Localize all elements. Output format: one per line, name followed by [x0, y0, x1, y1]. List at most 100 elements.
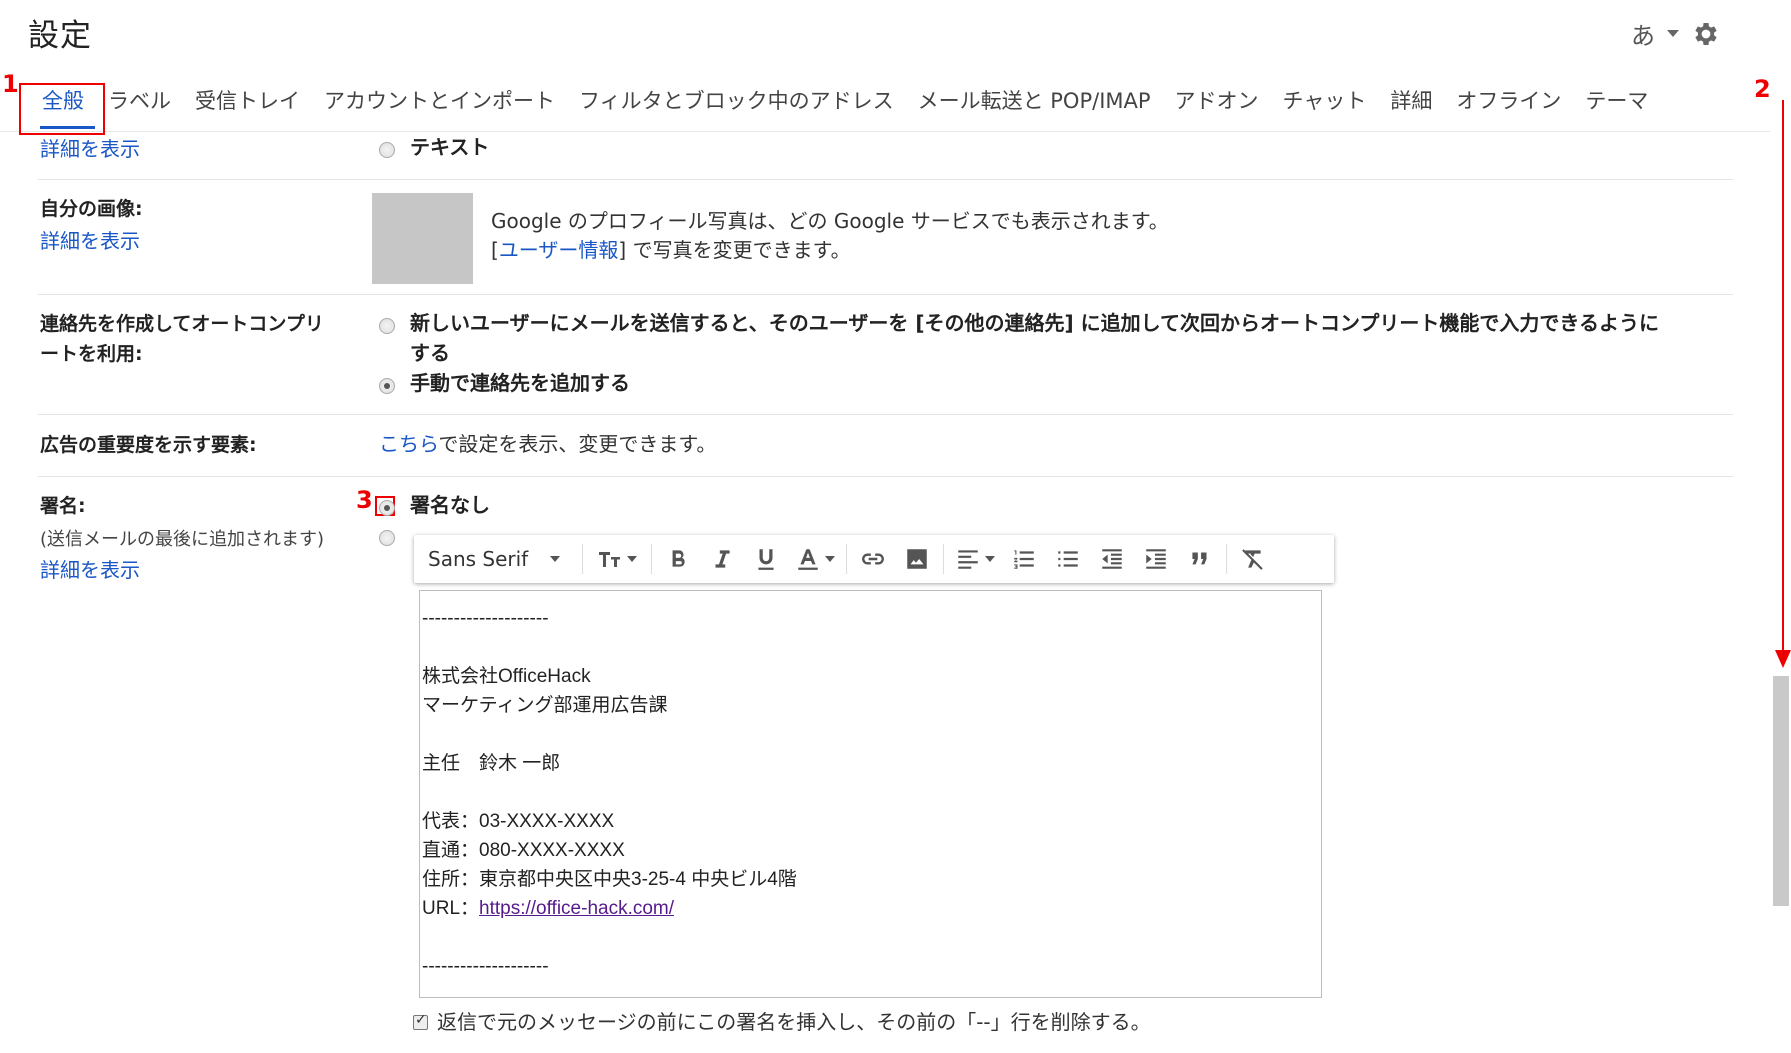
radio-auto-add-contacts-label: 新しいユーザーにメールを送信すると、そのユーザーを [その他の連絡先] に追加し… — [410, 311, 1660, 335]
signature-line — [420, 720, 1321, 749]
ads-settings-link[interactable]: こちら — [379, 432, 438, 456]
picture-change-text: [ユーザー情報] で写真を変更できます。 — [491, 238, 851, 262]
underline-button[interactable] — [744, 541, 788, 577]
radio-no-signature[interactable] — [379, 500, 395, 516]
text-color-button[interactable] — [788, 541, 842, 577]
indent-more-button[interactable] — [1134, 541, 1178, 577]
image-icon — [907, 549, 927, 569]
font-size-icon — [599, 552, 621, 567]
quote-button[interactable] — [1178, 541, 1222, 577]
bulleted-list-button[interactable] — [1046, 541, 1090, 577]
gear-icon[interactable] — [1691, 19, 1721, 49]
settings-tabbar: 全般 ラベル 受信トレイ アカウントとインポート フィルタとブロック中のアドレス… — [0, 71, 1770, 132]
signature-line: -------------------- — [422, 608, 549, 629]
chevron-down-icon[interactable] — [1667, 30, 1679, 37]
underline-icon — [758, 549, 774, 570]
annotation-number-3: 3 — [356, 486, 373, 514]
tab-filters[interactable]: フィルタとブロック中のアドレス — [567, 85, 906, 115]
divider — [38, 179, 1733, 180]
toolbar-divider — [582, 544, 584, 574]
font-size-button[interactable] — [587, 541, 647, 577]
divider — [38, 414, 1733, 415]
font-family-select[interactable]: Sans Serif — [428, 547, 561, 571]
bold-icon — [672, 550, 685, 567]
picture-label: 自分の画像: — [40, 198, 143, 220]
align-left-icon — [958, 550, 978, 569]
insert-link-button[interactable] — [851, 541, 895, 577]
link-icon — [862, 553, 885, 565]
annotation-number-2: 2 — [1754, 75, 1771, 103]
signature-line-blank — [420, 923, 1321, 952]
numbered-list-icon — [1014, 550, 1034, 569]
radio-plain-text-label: テキスト — [410, 135, 490, 159]
font-family-value: Sans Serif — [428, 547, 529, 571]
remove-formatting-icon — [1242, 549, 1263, 570]
tab-labels[interactable]: ラベル — [96, 85, 183, 115]
bulleted-list-icon — [1058, 551, 1078, 567]
signature-line — [420, 633, 1321, 662]
signature-label: 署名: — [40, 495, 86, 517]
signature-line: 主任 鈴木 一郎 — [422, 753, 561, 774]
chevron-down-icon — [550, 556, 561, 562]
insert-signature-before-quote-label: 返信で元のメッセージの前にこの署名を挿入し、その前の「--」行を削除する。 — [437, 1010, 1151, 1034]
autocomplete-label-line1: 連絡先を作成してオートコンプリ — [40, 313, 324, 335]
radio-manual-contacts[interactable] — [379, 378, 395, 394]
autocomplete-label-line2: ートを利用: — [40, 343, 143, 365]
signature-line: 住所：東京都中央区中央3-25-4 中央ビル4階 — [422, 869, 797, 890]
insert-signature-before-quote-checkbox[interactable] — [413, 1012, 428, 1030]
input-tools-label[interactable]: あ — [1631, 16, 1655, 51]
header-controls: あ — [1631, 16, 1721, 51]
radio-manual-contacts-label: 手動で連絡先を追加する — [410, 371, 630, 395]
page-title: 設定 — [28, 18, 92, 54]
radio-plain-text[interactable] — [379, 142, 395, 158]
picture-learn-more-link[interactable]: 詳細を表示 — [40, 225, 140, 254]
indent-more-icon — [1146, 549, 1166, 569]
tab-addons[interactable]: アドオン — [1163, 85, 1271, 115]
tab-themes[interactable]: テーマ — [1573, 85, 1660, 115]
radio-use-signature[interactable] — [379, 530, 395, 546]
signature-line: 直通：080-XXXX-XXXX — [422, 840, 625, 861]
tab-offline[interactable]: オフライン — [1444, 85, 1573, 115]
annotation-arrow-line — [1782, 100, 1784, 660]
chevron-down-icon — [985, 556, 996, 562]
indent-less-icon — [1102, 549, 1122, 569]
ads-label: 広告の重要度を示す要素: — [40, 434, 257, 456]
profile-picture — [372, 193, 473, 284]
tab-accounts[interactable]: アカウントとインポート — [312, 85, 567, 115]
tab-advanced[interactable]: 詳細 — [1378, 85, 1444, 115]
radio-auto-add-contacts-label-cont: する — [410, 341, 450, 365]
numbered-list-button[interactable] — [1002, 541, 1046, 577]
tab-inbox[interactable]: 受信トレイ — [183, 85, 312, 115]
toolbar-divider — [651, 544, 653, 574]
signature-line: マーケティング部運用広告課 — [422, 695, 668, 716]
settings-tabs: 全般 ラベル 受信トレイ アカウントとインポート フィルタとブロック中のアドレス… — [30, 85, 1660, 115]
italic-button[interactable] — [700, 541, 744, 577]
divider — [38, 476, 1733, 477]
signature-url-line: URL：https://office-hack.com/ — [422, 898, 675, 919]
tab-chat[interactable]: チャット — [1271, 85, 1379, 115]
signature-learn-more-link[interactable]: 詳細を表示 — [40, 554, 140, 583]
signature-editor[interactable]: -------------------- 株式会社OfficeHack マーケテ… — [419, 590, 1322, 998]
annotation-box-general-tab — [19, 83, 105, 135]
bold-button[interactable] — [656, 541, 700, 577]
toolbar-divider — [846, 544, 848, 574]
indent-less-button[interactable] — [1090, 541, 1134, 577]
insert-image-button[interactable] — [895, 541, 939, 577]
toolbar-divider — [943, 544, 945, 574]
about-me-link[interactable]: ユーザー情報 — [499, 238, 619, 262]
remove-formatting-button[interactable] — [1231, 541, 1275, 577]
radio-auto-add-contacts[interactable] — [379, 318, 395, 334]
signature-formatting-toolbar: Sans Serif — [414, 535, 1334, 583]
signature-url-link[interactable]: https://office-hack.com/ — [479, 898, 674, 919]
tab-forwarding[interactable]: メール転送と POP/IMAP — [906, 85, 1163, 115]
scrollbar-thumb[interactable] — [1773, 676, 1789, 906]
signature-line — [420, 778, 1321, 807]
signature-sublabel: (送信メールの最後に追加されます) — [40, 529, 325, 550]
learn-more-link[interactable]: 詳細を表示 — [40, 133, 140, 162]
align-button[interactable] — [948, 541, 1002, 577]
signature-line: 株式会社OfficeHack — [422, 666, 591, 687]
text-color-icon — [798, 549, 818, 570]
ads-text: こちらで設定を表示、変更できます。 — [379, 432, 717, 456]
chevron-down-icon — [825, 556, 836, 562]
signature-content: -------------------- 株式会社OfficeHack マーケテ… — [420, 591, 1321, 981]
